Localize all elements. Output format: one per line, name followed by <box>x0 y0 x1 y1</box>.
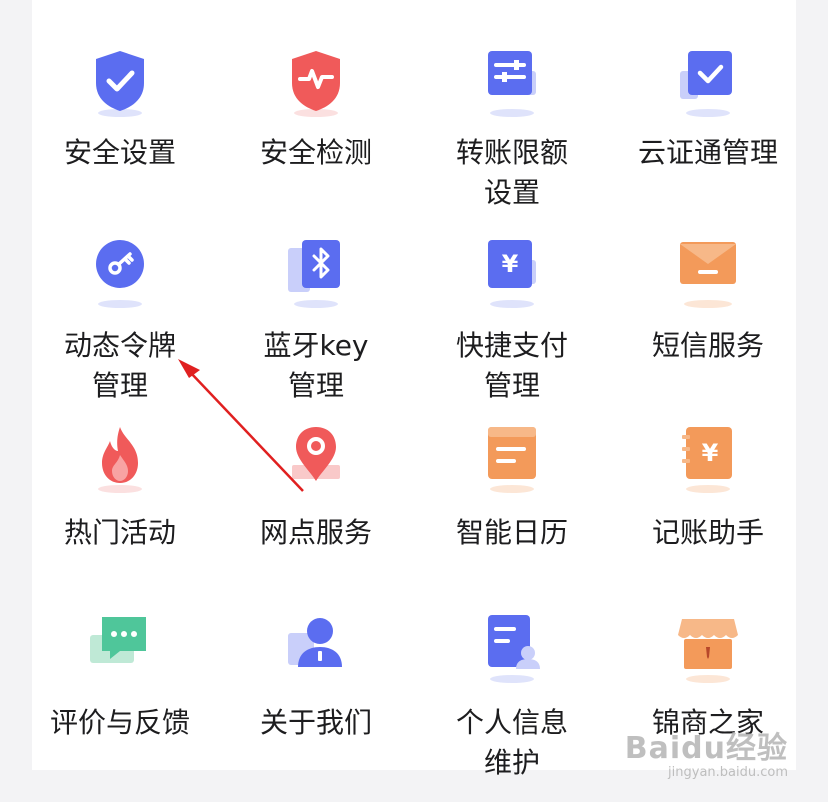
menu-item-cloud-cert-management[interactable]: 云证通管理 <box>610 45 806 225</box>
menu-item-quick-pay-management[interactable]: ¥ 快捷支付 管理 <box>414 238 610 418</box>
user-info-icon <box>276 615 356 695</box>
menu-item-label: 热门活动 <box>63 516 176 549</box>
svg-text:¥: ¥ <box>502 250 519 278</box>
menu-item-branch-service[interactable]: 网点服务 <box>218 425 414 605</box>
map-pin-icon <box>276 425 356 505</box>
menu-item-label: 短信服务 <box>651 329 764 362</box>
chat-bubble-icon <box>80 615 160 695</box>
flame-icon <box>80 425 160 505</box>
svg-text:¥: ¥ <box>702 439 719 467</box>
menu-item-bookkeeping-assistant[interactable]: ¥ 记账助手 <box>610 425 806 605</box>
menu-item-bluetooth-key-management[interactable]: 蓝牙key 管理 <box>218 238 414 418</box>
storefront-icon <box>668 615 748 695</box>
menu-item-label: 评价与反馈 <box>49 706 190 739</box>
menu-item-label: 智能日历 <box>455 516 568 549</box>
menu-item-rating-feedback[interactable]: 评价与反馈 <box>22 615 218 795</box>
menu-item-label: 动态令牌 管理 <box>63 329 176 402</box>
watermark-main-text: Baidu经验 <box>624 731 788 766</box>
menu-item-hot-events[interactable]: 热门活动 <box>22 425 218 605</box>
profile-document-icon <box>472 615 552 695</box>
yen-card-icon: ¥ <box>472 238 552 318</box>
menu-item-label: 安全检测 <box>259 136 372 169</box>
menu-item-security-settings[interactable]: 安全设置 <box>22 45 218 225</box>
menu-item-label: 网点服务 <box>259 516 372 549</box>
yen-notebook-icon: ¥ <box>668 425 748 505</box>
watermark-url: jingyan.baidu.com <box>668 765 788 780</box>
sliders-icon <box>472 45 552 125</box>
menu-item-smart-calendar[interactable]: 智能日历 <box>414 425 610 605</box>
menu-item-label: 安全设置 <box>63 136 176 169</box>
menu-item-label: 记账助手 <box>651 516 764 549</box>
menu-item-security-check[interactable]: 安全检测 <box>218 45 414 225</box>
menu-item-transfer-limit-settings[interactable]: 转账限额 设置 <box>414 45 610 225</box>
menu-item-label: 个人信息 维护 <box>455 706 568 779</box>
menu-item-label: 蓝牙key 管理 <box>263 329 369 402</box>
envelope-icon <box>668 238 748 318</box>
bluetooth-icon <box>276 238 356 318</box>
shield-pulse-icon <box>276 45 356 125</box>
menu-item-label: 关于我们 <box>259 706 372 739</box>
shield-check-icon <box>80 45 160 125</box>
menu-item-label: 云证通管理 <box>637 136 778 169</box>
baidu-watermark: Baidu经验 jingyan.baidu.com <box>625 723 788 780</box>
menu-item-about-us[interactable]: 关于我们 <box>218 615 414 795</box>
key-token-icon <box>80 238 160 318</box>
menu-item-label: 快捷支付 管理 <box>455 329 568 402</box>
menu-item-personal-info-maintenance[interactable]: 个人信息 维护 <box>414 615 610 795</box>
menu-item-label: 转账限额 设置 <box>455 136 568 209</box>
calendar-icon <box>472 425 552 505</box>
menu-item-dynamic-token-management[interactable]: 动态令牌 管理 <box>22 238 218 418</box>
menu-item-sms-service[interactable]: 短信服务 <box>610 238 806 418</box>
checkbox-card-icon <box>668 45 748 125</box>
